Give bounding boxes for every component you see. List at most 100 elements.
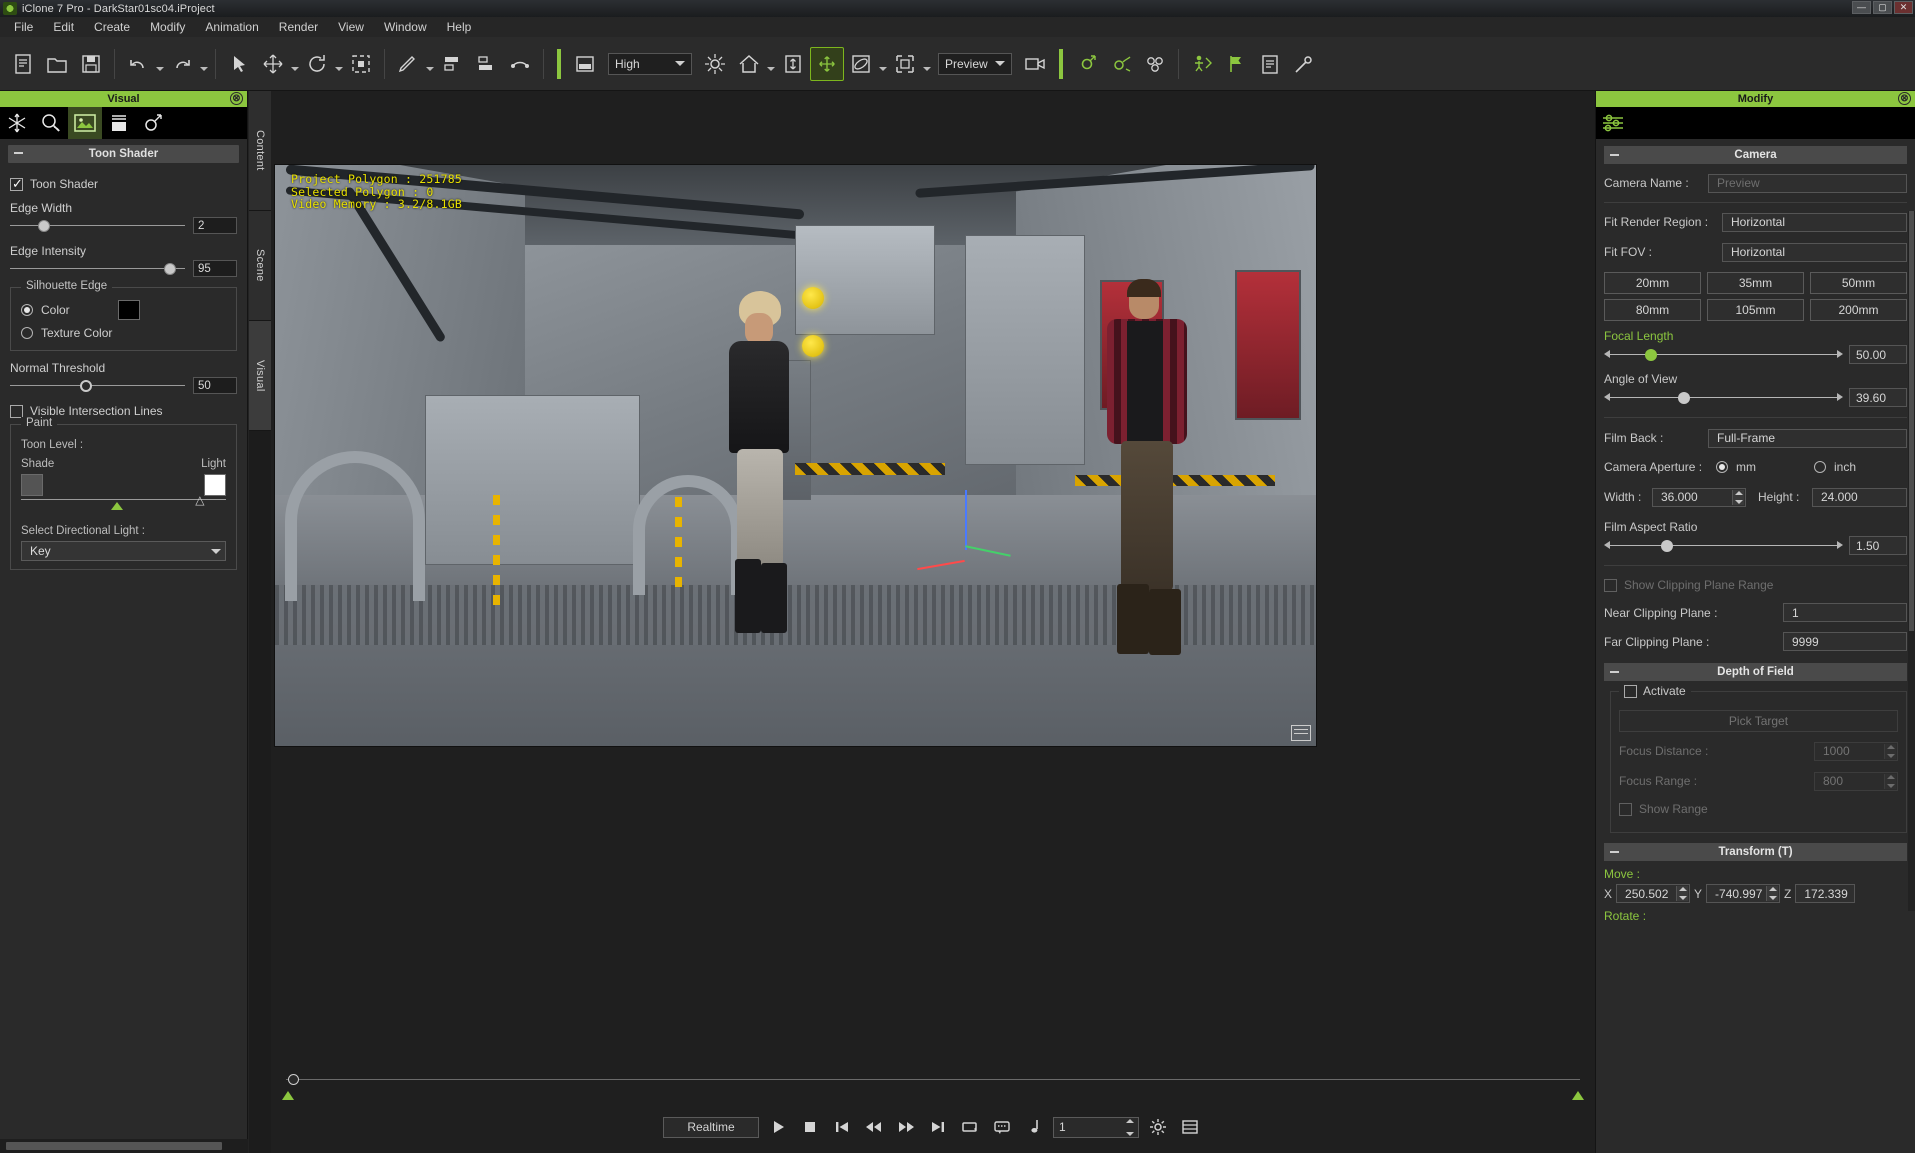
menu-create[interactable]: Create — [84, 18, 140, 36]
film-back-select[interactable]: Full-Frame — [1708, 428, 1907, 448]
edge-width-slider[interactable] — [10, 218, 185, 234]
physics-icon[interactable] — [1138, 47, 1172, 81]
menu-animation[interactable]: Animation — [195, 18, 268, 36]
angle-of-view-arrow-right[interactable] — [1837, 392, 1843, 401]
sidebar-item-visual[interactable]: Visual — [249, 321, 271, 431]
rotate-tool-icon[interactable] — [300, 47, 334, 81]
motion-curve-icon[interactable] — [1104, 47, 1138, 81]
scale-tool-icon[interactable] — [344, 47, 378, 81]
focal-length-slider[interactable] — [1604, 347, 1843, 363]
edge-width-value[interactable]: 2 — [193, 217, 237, 234]
reach-target-icon[interactable] — [1185, 47, 1219, 81]
new-project-icon[interactable] — [6, 47, 40, 81]
move-z-input[interactable]: 172.339 — [1795, 884, 1856, 903]
left-panel-horizontal-scrollbar[interactable] — [0, 1139, 248, 1153]
angle-of-view-knob[interactable] — [1678, 391, 1691, 404]
edge-intensity-slider[interactable] — [10, 261, 185, 277]
camera-name-input[interactable]: Preview — [1708, 173, 1907, 193]
silhouette-color-radio[interactable] — [21, 304, 33, 316]
focal-preset-50mm[interactable]: 50mm — [1810, 272, 1907, 294]
show-clipping-plane-range-row[interactable]: Show Clipping Plane Range — [1604, 572, 1907, 598]
edit-motion-icon[interactable] — [391, 47, 425, 81]
angle-of-view-slider[interactable] — [1604, 390, 1843, 406]
orbit-dropdown-caret-icon[interactable] — [878, 47, 888, 81]
home-view-icon[interactable] — [732, 47, 766, 81]
timeline-icon[interactable] — [1177, 1114, 1203, 1140]
zoom-view-icon[interactable] — [888, 47, 922, 81]
focus-distance-stepper[interactable] — [1884, 743, 1896, 759]
toon-shader-checkbox[interactable] — [10, 176, 23, 192]
width-input[interactable]: 36.000 — [1652, 487, 1746, 507]
sidebar-item-content[interactable]: Content — [249, 91, 271, 211]
select-tool-icon[interactable] — [222, 47, 256, 81]
focal-length-knob[interactable] — [1644, 348, 1657, 361]
film-aspect-ratio-slider[interactable] — [1604, 538, 1843, 554]
gizmo-axis-z[interactable] — [965, 490, 967, 550]
fit-fov-select[interactable]: Horizontal — [1722, 242, 1907, 262]
menu-edit[interactable]: Edit — [43, 18, 84, 36]
tab-background[interactable] — [102, 107, 136, 139]
go-to-end-button[interactable] — [925, 1114, 951, 1140]
silhouette-color-swatch[interactable] — [117, 300, 140, 320]
menu-window[interactable]: Window — [374, 18, 437, 36]
pick-target-button[interactable]: Pick Target — [1619, 710, 1898, 732]
preference-icon[interactable] — [1287, 47, 1321, 81]
focal-preset-80mm[interactable]: 80mm — [1604, 299, 1701, 321]
audio-button[interactable] — [1021, 1114, 1047, 1140]
fit-to-view-icon[interactable] — [776, 47, 810, 81]
toon-level-marker-light[interactable] — [195, 493, 207, 510]
move-x-stepper[interactable] — [1676, 886, 1689, 901]
move-y-input[interactable]: -740.997 — [1706, 884, 1781, 903]
subtitle-button[interactable] — [989, 1114, 1015, 1140]
shade-color-swatch[interactable] — [21, 474, 43, 496]
visible-intersection-lines-row[interactable]: Visible Intersection Lines — [10, 404, 237, 418]
menu-help[interactable]: Help — [437, 18, 482, 36]
redo-dropdown-caret-icon[interactable] — [199, 47, 209, 81]
record-camera-icon[interactable] — [1018, 47, 1052, 81]
viewport-options-icon[interactable] — [1291, 725, 1311, 741]
timeline-marker-end[interactable] — [1572, 1091, 1584, 1100]
aperture-mm-radio[interactable] — [1716, 461, 1728, 473]
frame-stepper[interactable] — [1126, 1118, 1137, 1136]
visible-intersection-lines-checkbox[interactable] — [10, 404, 23, 418]
dof-activate-checkbox[interactable] — [1624, 684, 1637, 698]
toon-level-marker-shade[interactable] — [111, 502, 124, 510]
normal-threshold-value[interactable]: 50 — [193, 377, 237, 394]
align-icon[interactable] — [435, 47, 469, 81]
modify-panel-scroll-thumb[interactable] — [1909, 211, 1914, 631]
brush-dropdown-caret-icon[interactable] — [425, 47, 435, 81]
aperture-inch-radio[interactable] — [1814, 461, 1826, 473]
menu-view[interactable]: View — [328, 18, 374, 36]
focal-preset-105mm[interactable]: 105mm — [1707, 299, 1804, 321]
angle-of-view-value[interactable]: 39.60 — [1849, 388, 1907, 407]
focus-distance-input[interactable]: 1000 — [1814, 741, 1898, 761]
modify-panel-scrollbar[interactable] — [1908, 211, 1915, 911]
left-panel-scroll-thumb[interactable] — [6, 1142, 222, 1150]
focal-length-arrow-right[interactable] — [1837, 349, 1843, 358]
move-dropdown-caret-icon[interactable] — [290, 47, 300, 81]
toon-shader-checkbox-row[interactable]: Toon Shader — [10, 176, 237, 192]
prev-frame-button[interactable] — [861, 1114, 887, 1140]
menu-modify[interactable]: Modify — [140, 18, 195, 36]
focal-preset-20mm[interactable]: 20mm — [1604, 272, 1701, 294]
minimize-button[interactable]: — — [1852, 1, 1871, 14]
tab-atmosphere[interactable] — [0, 107, 34, 139]
current-frame-input[interactable]: 1 — [1053, 1116, 1139, 1138]
maximize-button[interactable]: ▢ — [1873, 1, 1892, 14]
fit-render-region-select[interactable]: Horizontal — [1722, 212, 1907, 232]
show-clipping-plane-range-checkbox[interactable] — [1604, 578, 1617, 592]
toon-level-gradient-track[interactable] — [21, 493, 226, 513]
preview-mode-select[interactable]: Preview — [938, 52, 1012, 75]
focal-length-value[interactable]: 50.00 — [1849, 345, 1907, 364]
menu-file[interactable]: File — [4, 18, 43, 36]
tab-light[interactable] — [34, 107, 68, 139]
edge-intensity-knob[interactable] — [164, 262, 176, 275]
silhouette-texture-row[interactable]: Texture Color — [21, 326, 226, 340]
timeline-marker-start[interactable] — [282, 1091, 294, 1100]
3d-viewport[interactable]: Project Polygon : 251785 Selected Polygo… — [274, 164, 1317, 747]
light-color-swatch[interactable] — [204, 474, 226, 496]
rotate-dropdown-caret-icon[interactable] — [334, 47, 344, 81]
light-toggle-icon[interactable] — [698, 47, 732, 81]
toon-shader-section-header[interactable]: Toon Shader — [8, 145, 239, 163]
undo-dropdown-caret-icon[interactable] — [155, 47, 165, 81]
